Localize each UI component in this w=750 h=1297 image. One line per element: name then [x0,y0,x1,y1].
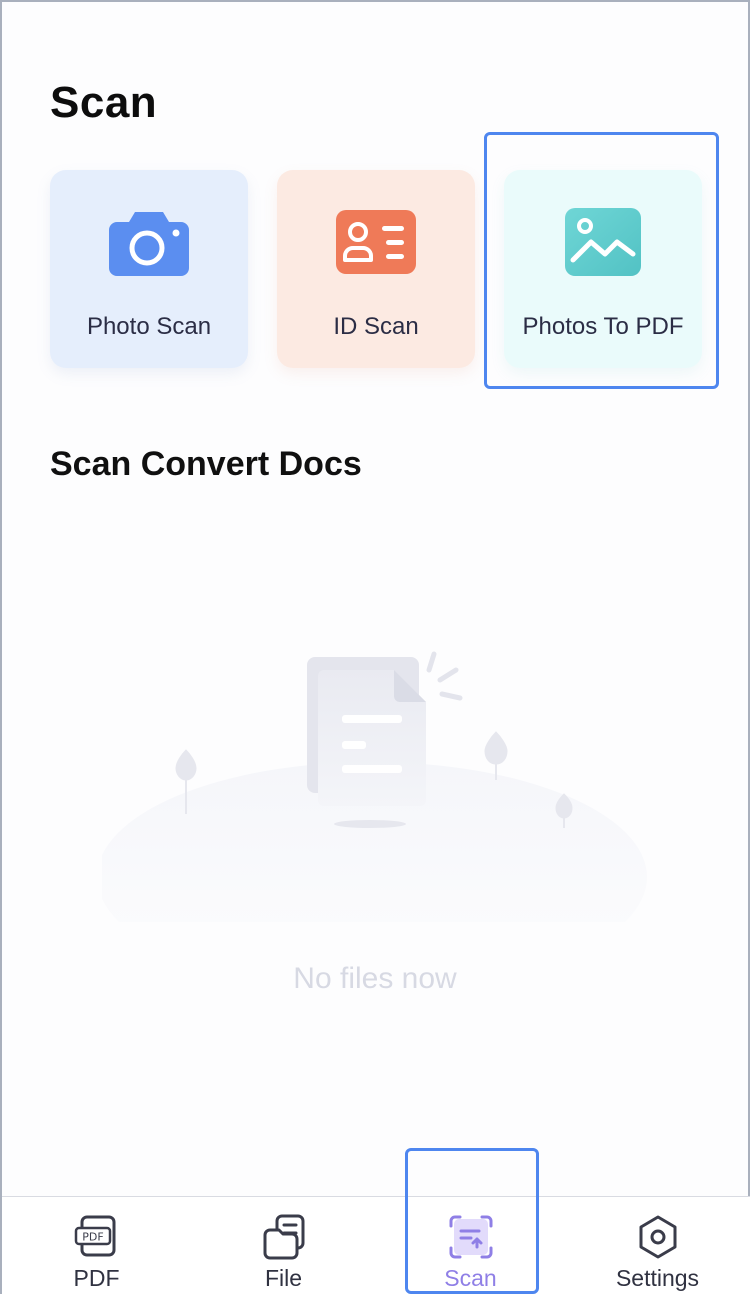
tab-scan-label: Scan [444,1265,497,1291]
tab-settings-label: Settings [615,1265,700,1291]
id-card-icon [336,210,416,274]
scan-icon [449,1215,492,1259]
id-scan-button[interactable]: ID Scan [277,170,475,368]
photos-to-pdf-label: Photos To PDF [522,313,684,340]
tab-pdf[interactable]: PDF PDF [3,1197,190,1297]
file-icon [263,1214,304,1260]
tab-pdf-label: PDF [73,1265,120,1291]
id-scan-label: ID Scan [333,313,419,340]
section-title: Scan Convert Docs [50,445,362,483]
tab-settings[interactable]: Settings [564,1197,750,1297]
svg-text:PDF: PDF [82,1231,103,1244]
bottom-tab-bar: PDF PDF File Scan Settings [2,1196,750,1297]
tab-scan[interactable]: Scan [377,1197,564,1297]
page-title: Scan [50,78,158,127]
settings-icon [639,1215,676,1259]
photos-to-pdf-button[interactable]: Photos To PDF [504,170,702,368]
tab-file[interactable]: File [190,1197,377,1297]
app-screen: Scan Photo Scan ID Scan Photos To PDF Sc… [0,0,750,1297]
empty-state-text: No files now [293,962,457,995]
camera-icon [109,212,189,276]
photo-scan-button[interactable]: Photo Scan [50,170,248,368]
pdf-icon: PDF [74,1215,115,1257]
image-icon [565,208,641,276]
photo-scan-label: Photo Scan [86,313,212,340]
tab-file-label: File [264,1265,303,1291]
empty-state-illustration [102,651,647,922]
